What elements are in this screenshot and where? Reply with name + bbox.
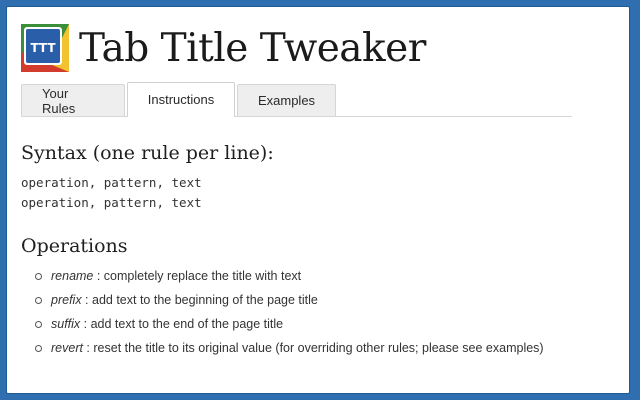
- operations-list: rename : completely replace the title wi…: [31, 264, 544, 360]
- operations-heading: Operations: [21, 235, 128, 257]
- tab-your-rules[interactable]: Your Rules: [21, 84, 125, 116]
- operation-item: prefix : add text to the beginning of th…: [31, 288, 544, 312]
- app-logo-icon: TTT: [21, 24, 69, 72]
- tab-examples[interactable]: Examples: [237, 84, 336, 116]
- operation-name: prefix: [51, 293, 82, 307]
- syntax-line: operation, pattern, text: [21, 175, 202, 190]
- syntax-heading: Syntax (one rule per line):: [21, 142, 274, 164]
- operation-description: : add text to the end of the page title: [80, 317, 284, 331]
- operation-description: : reset the title to its original value …: [82, 341, 544, 355]
- options-page: TTT Tab Title Tweaker Your Rules Instruc…: [6, 6, 630, 394]
- operation-item: rename : completely replace the title wi…: [31, 264, 544, 288]
- page-header: TTT Tab Title Tweaker: [21, 19, 426, 77]
- operation-item: revert : reset the title to its original…: [31, 336, 544, 360]
- operation-item: suffix : add text to the end of the page…: [31, 312, 544, 336]
- operation-description: : completely replace the title with text: [93, 269, 302, 283]
- tab-bar: Your Rules Instructions Examples: [21, 82, 572, 117]
- syntax-code-block: operation, pattern, text operation, patt…: [21, 173, 202, 213]
- operation-description: : add text to the beginning of the page …: [81, 293, 318, 307]
- syntax-line: operation, pattern, text: [21, 195, 202, 210]
- logo-text: TTT: [30, 41, 56, 55]
- tab-instructions[interactable]: Instructions: [127, 82, 235, 117]
- operation-name: suffix: [51, 317, 81, 331]
- operation-name: rename: [51, 269, 94, 283]
- operation-name: revert: [51, 341, 83, 355]
- page-title: Tab Title Tweaker: [79, 25, 426, 71]
